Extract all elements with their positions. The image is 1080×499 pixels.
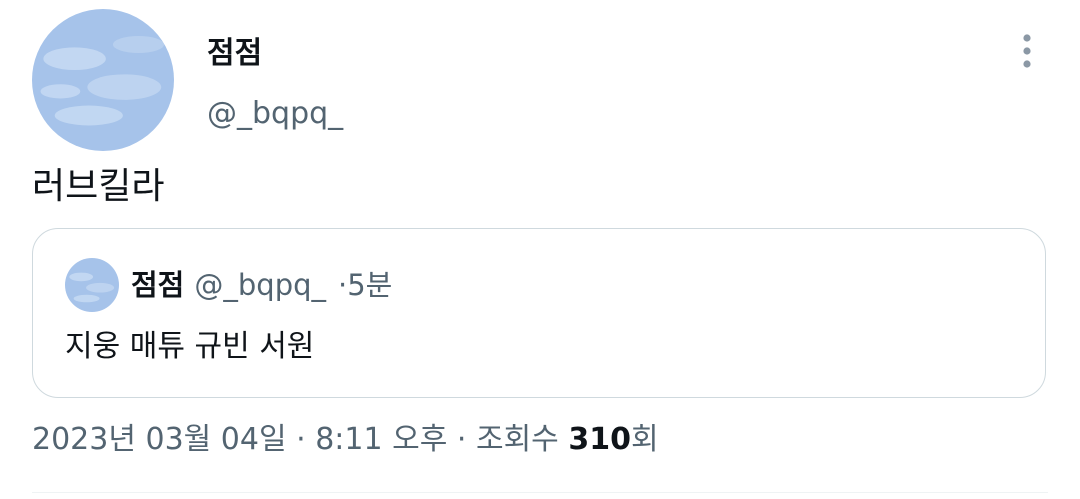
author-display-name[interactable]: 점점 [207,34,262,74]
sky-clouds-avatar-icon [65,258,119,312]
more-options-icon[interactable] [1012,30,1042,74]
quoted-time: 5분 [347,268,393,302]
quoted-tweet-card[interactable] [32,228,1046,398]
views-label: 조회수 [475,422,559,457]
quoted-tweet-text: 지웅 매튜 규빈 서원 [65,329,315,364]
author-handle[interactable]: @_bqpq_ [207,94,343,134]
author-avatar[interactable] [32,9,174,151]
quoted-display-name: 점점 [131,268,185,302]
quoted-author-avatar [65,258,119,312]
tweet-time[interactable]: 8:11 오후 [315,422,447,457]
divider [32,492,1048,493]
sky-clouds-avatar-icon [32,9,174,151]
meta-separator: · [456,422,467,457]
meta-separator: · [296,422,306,457]
quoted-separator: · [338,268,348,302]
views-count: 310 [568,422,631,457]
quoted-tweet-header: 점점 @_bqpq_ ·5분 [131,266,392,304]
quoted-handle: @_bqpq_ [194,268,327,302]
tweet-date[interactable]: 2023년 03월 04일 [32,422,287,457]
views-unit: 회 [630,422,659,457]
tweet-meta: 2023년 03월 04일 · 8:11 오후 · 조회수 310회 [32,420,659,460]
tweet-text: 러브킬라 [32,166,165,207]
